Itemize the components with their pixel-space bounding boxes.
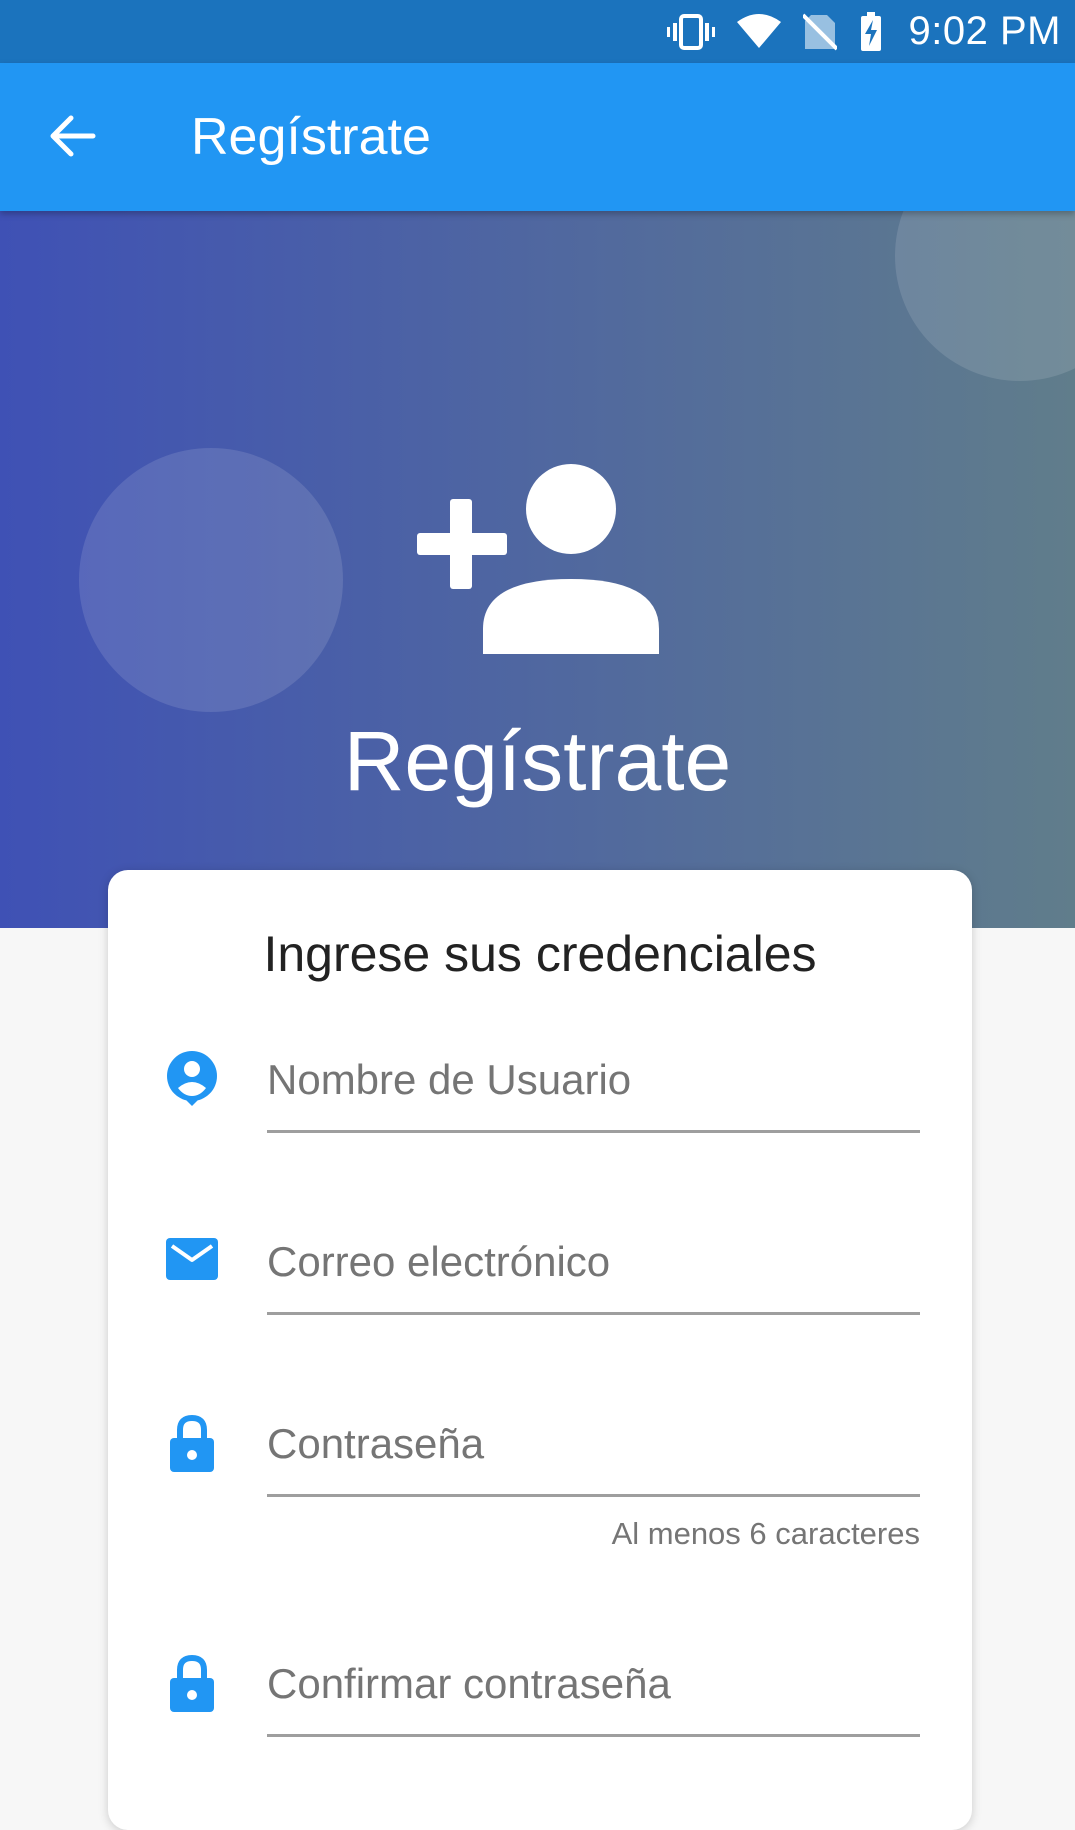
back-button[interactable] bbox=[38, 103, 108, 173]
battery-charging-icon bbox=[859, 11, 883, 52]
no-sim-icon bbox=[802, 13, 837, 51]
hero-title: Regístrate bbox=[343, 714, 732, 808]
status-time: 9:02 PM bbox=[908, 9, 1061, 53]
card-title: Ingrese sus credenciales bbox=[263, 926, 817, 982]
status-bar: 9:02 PM bbox=[0, 0, 1075, 63]
email-icon bbox=[164, 1232, 220, 1288]
lock-icon bbox=[164, 1654, 220, 1712]
decorative-circle bbox=[79, 448, 343, 712]
app-bar-title: Regístrate bbox=[191, 108, 431, 166]
app-bar: Regístrate bbox=[0, 63, 1075, 211]
wifi-icon bbox=[736, 13, 781, 50]
password-input[interactable] bbox=[267, 1394, 920, 1497]
person-add-icon bbox=[417, 464, 661, 654]
lock-icon bbox=[164, 1414, 220, 1472]
confirm-password-input[interactable] bbox=[267, 1634, 920, 1737]
password-helper-text: Al menos 6 caracteres bbox=[611, 1516, 920, 1551]
decorative-circle bbox=[895, 211, 1075, 381]
username-input[interactable] bbox=[267, 1030, 920, 1133]
hero-banner: Regístrate bbox=[0, 211, 1075, 928]
credentials-card: Ingrese sus credenciales Al menos 6 cara… bbox=[108, 870, 972, 1830]
account-circle-icon bbox=[164, 1050, 220, 1106]
email-input[interactable] bbox=[267, 1212, 920, 1315]
vibrate-icon bbox=[666, 13, 715, 51]
status-icons: 9:02 PM bbox=[666, 0, 1061, 63]
arrow-back-icon bbox=[49, 114, 97, 163]
